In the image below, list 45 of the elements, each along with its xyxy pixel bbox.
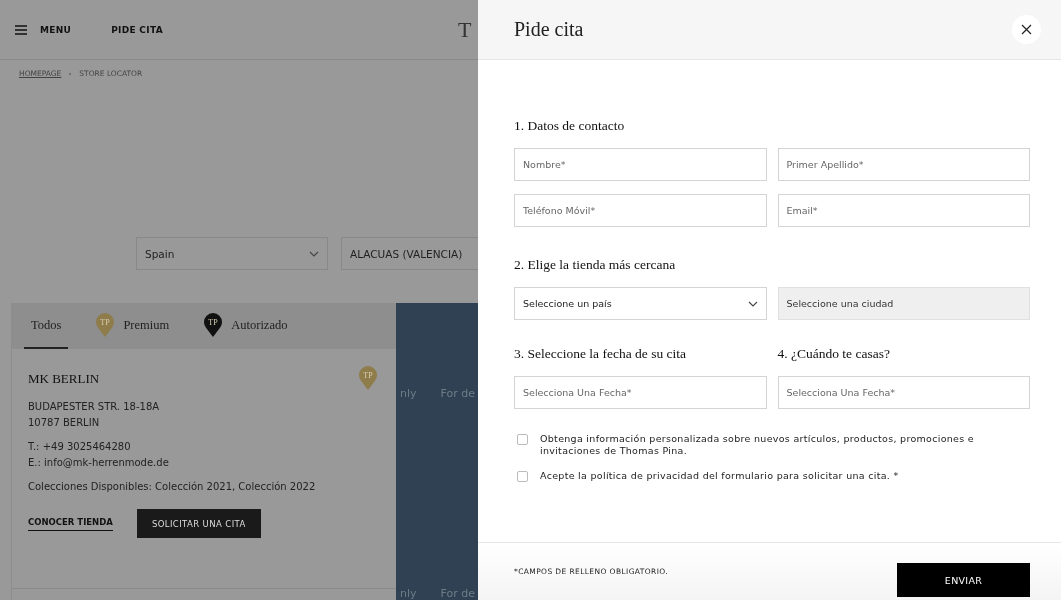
section-title: 3. Seleccione la fecha de su cita bbox=[514, 346, 688, 362]
input-field[interactable]: Teléfono Móvil* bbox=[514, 194, 767, 227]
chevron-down-icon bbox=[747, 300, 758, 307]
map-label: For de bbox=[440, 387, 475, 400]
section-title: 4. ¿Cuándo te casas? bbox=[777, 346, 891, 362]
city-field[interactable]: ALACUAS (VALENCIA) bbox=[341, 237, 478, 270]
appointment-button[interactable]: SOLICITAR UNA CITA bbox=[136, 509, 261, 538]
drawer-title: Pide cita bbox=[514, 18, 584, 41]
store-collections: Colecciones Disponibles: Colección 2021, Colección 2022 bbox=[28, 480, 317, 494]
date-field[interactable]: Selecciona Una Fecha* bbox=[514, 376, 767, 409]
store-address: 10787 BERLIN bbox=[28, 416, 101, 430]
store-contact: T.: +49 3025464280 bbox=[28, 440, 132, 454]
menu-icon[interactable] bbox=[15, 24, 27, 35]
checkbox[interactable] bbox=[517, 471, 528, 482]
map-pin-icon: TP bbox=[203, 312, 224, 338]
map-label: nly bbox=[400, 587, 417, 600]
country-select[interactable]: Spain bbox=[136, 237, 328, 270]
brand-logo[interactable]: T bbox=[458, 16, 478, 43]
chevron-down-icon bbox=[309, 250, 319, 257]
store-address: BUDAPESTER STR. 18-18A bbox=[28, 400, 161, 414]
map-label: nly bbox=[400, 387, 417, 400]
map-pin-icon: TP bbox=[358, 365, 378, 391]
close-icon bbox=[1021, 24, 1032, 35]
date-field[interactable]: Selecciona Una Fecha* bbox=[777, 376, 1030, 409]
nav-link[interactable]: PIDE CITA bbox=[111, 24, 163, 35]
filter-tab[interactable]: TP Premium bbox=[88, 303, 177, 349]
section-title: 1. Datos de contacto bbox=[514, 118, 626, 134]
input-field[interactable]: Nombre* bbox=[514, 148, 767, 181]
close-button[interactable] bbox=[1012, 15, 1041, 44]
submit-button[interactable]: ENVIAR bbox=[897, 563, 1030, 597]
checkbox[interactable] bbox=[517, 434, 528, 445]
store-link[interactable]: CONOCER TIENDA bbox=[28, 516, 113, 531]
store-contact: E.: info@mk-herrenmode.de bbox=[28, 456, 170, 470]
map-pin-icon: TP bbox=[95, 312, 116, 338]
section-title: 2. Elige la tienda más cercana bbox=[514, 257, 677, 273]
input-field[interactable]: Email* bbox=[777, 194, 1030, 227]
input-field[interactable]: Primer Apellido* bbox=[777, 148, 1030, 181]
menu-label[interactable]: MENU bbox=[40, 24, 72, 35]
country-select[interactable]: Seleccione un país bbox=[514, 287, 767, 320]
map-label: For de bbox=[440, 587, 475, 600]
filter-tab[interactable]: Todos bbox=[24, 303, 69, 349]
checkbox-label: Acepte la política de privacidad del formulario para solicitar una cita. * bbox=[540, 470, 899, 482]
checkbox-label: Obtenga información personalizada sobre nuevos artículos, productos, promociones e invitaciones de Thomas Pina. bbox=[540, 433, 975, 457]
filter-tab[interactable]: TP Autorizado bbox=[196, 303, 295, 349]
store-name: MK BERLIN bbox=[28, 371, 100, 387]
